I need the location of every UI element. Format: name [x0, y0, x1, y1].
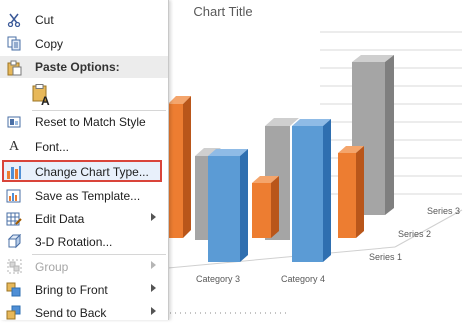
menu-label-edit-data: Edit Data: [35, 211, 85, 226]
reset-style-icon: [5, 113, 23, 130]
menu-item-reset-style[interactable]: Reset to Match Style: [0, 110, 168, 133]
menu-label-3d-rotation: 3-D Rotation...: [35, 234, 113, 249]
paste-keep-text-option[interactable]: A: [0, 81, 168, 109]
menu-item-edit-data[interactable]: Edit Data: [0, 207, 168, 230]
menu-item-copy[interactable]: Copy: [0, 32, 168, 55]
menu-label-copy: Copy: [35, 36, 64, 51]
series-label-1: Series 1: [369, 252, 402, 262]
bring-front-icon: [5, 281, 23, 298]
bar-s2-cat2: [168, 104, 183, 238]
menu-item-cut[interactable]: Cut: [0, 8, 168, 31]
menu-item-send-back[interactable]: Send to Back: [0, 301, 168, 324]
menu-label-change-chart-type: Change Chart Type...: [35, 164, 149, 179]
menu-label-bring-front: Bring to Front: [35, 282, 108, 297]
category-label-3: Category 3: [196, 274, 240, 284]
bar-chart-icon: [5, 163, 23, 180]
bar-s1-cat4: [292, 126, 323, 262]
copy-icon: [5, 35, 23, 52]
menu-label-cut: Cut: [35, 12, 54, 27]
menu-item-font[interactable]: A Font...: [0, 135, 168, 158]
submenu-arrow-icon: [151, 307, 156, 315]
submenu-arrow-icon: [151, 213, 156, 221]
menu-item-group: Group: [0, 255, 168, 278]
menu-label-paste-options: Paste Options:: [35, 60, 120, 74]
menu-item-change-chart-type[interactable]: Change Chart Type...: [0, 160, 168, 183]
series-label-3: Series 3: [427, 206, 460, 216]
svg-text:A: A: [41, 94, 50, 106]
scissors-icon: [5, 11, 23, 28]
menu-label-font: Font...: [35, 139, 70, 154]
paste-keep-text-icon: A: [31, 84, 53, 106]
menu-item-save-template[interactable]: Save as Template...: [0, 184, 168, 207]
table-edit-icon: [5, 210, 23, 227]
menu-label-group: Group: [35, 259, 69, 274]
submenu-arrow-icon: [151, 261, 156, 269]
paste-options-header: Paste Options:: [0, 56, 168, 78]
series-label-2: Series 2: [398, 229, 431, 239]
bar-s2-cat4: [338, 153, 356, 238]
group-icon: [5, 258, 23, 275]
menu-item-bring-front[interactable]: Bring to Front: [0, 278, 168, 301]
menu-label-reset-style: Reset to Match Style: [35, 114, 146, 129]
context-menu: Cut Copy Paste Options: A Reset to Match…: [0, 0, 169, 320]
paste-icon: [5, 59, 23, 76]
send-back-icon: [5, 304, 23, 321]
save-template-icon: [5, 187, 23, 204]
menu-label-send-back: Send to Back: [35, 305, 107, 320]
bar-s2-cat3: [252, 183, 271, 238]
submenu-arrow-icon: [151, 284, 156, 292]
font-a-icon: A: [8, 138, 20, 154]
cube-icon: [5, 233, 23, 250]
category-label-4: Category 4: [281, 274, 325, 284]
menu-item-3d-rotation[interactable]: 3-D Rotation...: [0, 230, 168, 253]
bar-s1-cat3: [208, 156, 240, 262]
menu-label-save-template: Save as Template...: [35, 188, 141, 203]
